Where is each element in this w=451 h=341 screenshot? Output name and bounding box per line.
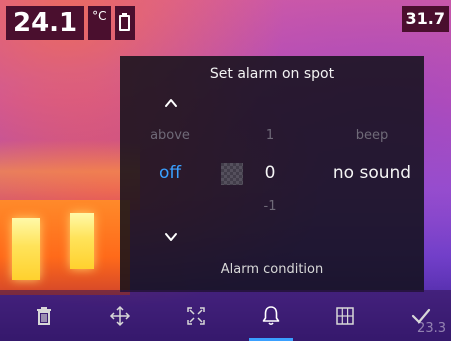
scale-min-temperature: 23.3: [417, 321, 446, 336]
thermal-image-hot-spot: [12, 218, 40, 280]
thermal-camera-screen: 24.1 °C 31.7 Set alarm on spot above 1 b…: [0, 0, 451, 341]
scale-max-temperature: 31.7: [401, 6, 449, 32]
chevron-down-icon[interactable]: [164, 230, 178, 244]
condition-option-above[interactable]: above: [130, 128, 210, 143]
alarm-condition-label: Alarm condition: [220, 262, 324, 277]
temperature-unit: °C: [88, 6, 111, 40]
measurement-grid-button[interactable]: [315, 290, 375, 341]
resize-button[interactable]: [166, 290, 226, 341]
bottom-toolbar: [0, 290, 451, 341]
sound-selected[interactable]: no sound: [320, 163, 424, 183]
sound-option-above[interactable]: beep: [320, 128, 424, 143]
resize-icon: [185, 305, 207, 327]
value-option-above[interactable]: 1: [240, 128, 300, 143]
spot-temperature-value: 24.1: [6, 6, 85, 40]
bell-icon: [261, 305, 281, 327]
spot-temperature-readout: 24.1 °C: [6, 6, 135, 40]
delete-button[interactable]: [14, 290, 74, 341]
grid-icon: [335, 306, 355, 326]
dialog-title: Set alarm on spot: [209, 66, 335, 82]
value-selected[interactable]: 0: [240, 163, 300, 183]
set-alarm-dialog: Set alarm on spot above 1 beep off 0 no …: [120, 56, 424, 292]
value-option-below[interactable]: -1: [240, 199, 300, 214]
condition-selected[interactable]: off: [130, 163, 210, 183]
move-icon: [109, 305, 131, 327]
alarm-button[interactable]: [241, 290, 301, 341]
trash-icon: [35, 306, 53, 326]
battery-icon: [119, 13, 131, 31]
chevron-up-icon[interactable]: [164, 96, 178, 110]
thermal-image-hot-spot: [70, 213, 94, 269]
move-button[interactable]: [90, 290, 150, 341]
battery-indicator: [114, 6, 135, 40]
